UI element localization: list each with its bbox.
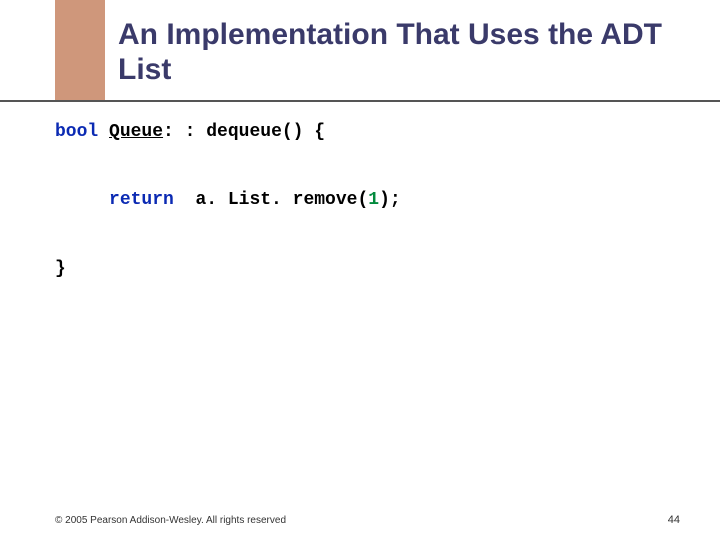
keyword-bool: bool (55, 122, 98, 142)
close-brace: } (55, 259, 66, 279)
number-literal: 1 (368, 190, 379, 210)
signature-tail: : : dequeue() { (163, 122, 325, 142)
copyright-footer: © 2005 Pearson Addison-Wesley. All right… (55, 515, 286, 526)
slide: An Implementation That Uses the ADT List… (0, 0, 720, 540)
call-tail: ); (379, 190, 401, 210)
keyword-return: return (109, 190, 174, 210)
slide-title: An Implementation That Uses the ADT List (118, 18, 678, 87)
code-block: bool Queue: : dequeue() { return a. List… (55, 115, 675, 286)
call-head: a. List. remove( (195, 190, 368, 210)
page-number: 44 (668, 514, 680, 526)
title-divider (0, 100, 720, 102)
class-name: Queue (109, 122, 163, 142)
accent-bar (55, 0, 105, 100)
